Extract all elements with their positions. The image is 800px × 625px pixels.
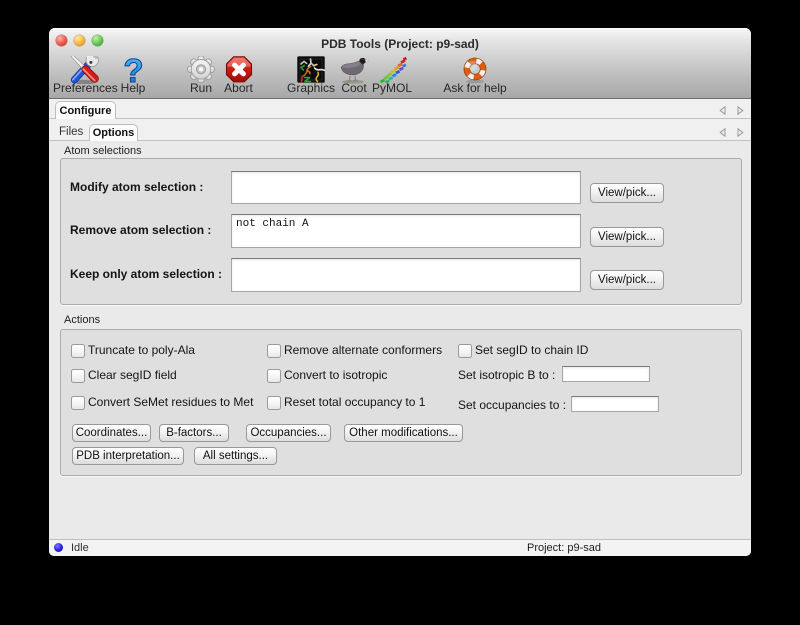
- svg-text:?: ?: [123, 56, 143, 84]
